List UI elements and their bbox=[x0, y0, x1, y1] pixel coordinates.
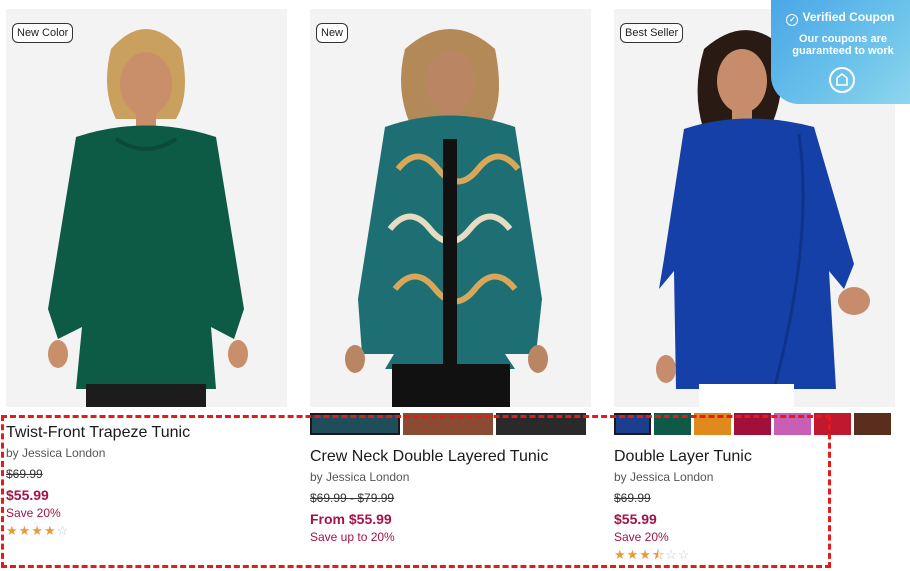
check-circle-icon: ✓ bbox=[786, 14, 799, 26]
product-info: Double Layer Tunic by Jessica London $69… bbox=[614, 447, 896, 562]
star-half-icon: ⯪ bbox=[651, 547, 666, 562]
product-title[interactable]: Twist-Front Trapeze Tunic bbox=[6, 423, 288, 443]
savings-text: Save 20% bbox=[6, 506, 61, 520]
star-empty-icon: ☆ bbox=[56, 523, 70, 538]
color-swatch[interactable] bbox=[310, 413, 400, 435]
color-swatch[interactable] bbox=[496, 413, 586, 435]
star-rating: ★★★⯪☆☆ bbox=[614, 548, 896, 562]
color-swatch[interactable] bbox=[854, 413, 891, 435]
product-badge: New Color bbox=[12, 23, 74, 43]
sale-price: $55.99 bbox=[6, 487, 49, 503]
product-brand: by Jessica London bbox=[310, 470, 410, 484]
color-swatch[interactable] bbox=[774, 413, 811, 435]
savings-text: Save 20% bbox=[614, 530, 669, 544]
color-swatch[interactable] bbox=[734, 413, 771, 435]
product-badge: Best Seller bbox=[620, 23, 684, 43]
color-swatch[interactable] bbox=[814, 413, 851, 435]
sale-price: From $55.99 bbox=[310, 511, 392, 527]
star-empty-icon: ☆☆ bbox=[665, 547, 691, 562]
color-swatch[interactable] bbox=[654, 413, 691, 435]
coupon-title: ✓ Verified Coupon bbox=[771, 10, 910, 26]
product-image[interactable]: New bbox=[310, 9, 591, 407]
product-brand: by Jessica London bbox=[614, 470, 714, 484]
star-icon: ★★★ bbox=[614, 547, 652, 562]
original-price: $69.99 bbox=[6, 467, 43, 481]
sale-price: $55.99 bbox=[614, 511, 657, 527]
product-image[interactable]: New Color bbox=[6, 9, 287, 407]
product-brand: by Jessica London bbox=[6, 446, 106, 460]
color-swatch[interactable] bbox=[694, 413, 731, 435]
product-badge: New bbox=[316, 23, 349, 43]
coupon-tag-icon[interactable] bbox=[829, 67, 855, 93]
star-rating: ★★★★☆ bbox=[6, 524, 288, 538]
original-price: $69.99 bbox=[614, 491, 651, 505]
verified-coupon-widget[interactable]: ✓ Verified Coupon Our coupons are guarant… bbox=[771, 0, 910, 104]
product-title[interactable]: Crew Neck Double Layered Tunic bbox=[310, 447, 592, 467]
color-swatches bbox=[614, 413, 894, 435]
color-swatches bbox=[310, 413, 589, 435]
product-info: Twist-Front Trapeze Tunic by Jessica Lon… bbox=[6, 423, 288, 538]
color-swatch[interactable] bbox=[614, 413, 651, 435]
product-info: Crew Neck Double Layered Tunic by Jessic… bbox=[310, 447, 592, 544]
tag-icon bbox=[836, 72, 848, 86]
savings-text: Save up to 20% bbox=[310, 530, 395, 544]
product-title[interactable]: Double Layer Tunic bbox=[614, 447, 896, 467]
coupon-subtitle: Our coupons are guaranteed to work bbox=[792, 33, 894, 57]
original-price: $69.99 - $79.99 bbox=[310, 491, 395, 505]
star-icon: ★★★★ bbox=[6, 523, 57, 538]
color-swatch[interactable] bbox=[403, 413, 493, 435]
